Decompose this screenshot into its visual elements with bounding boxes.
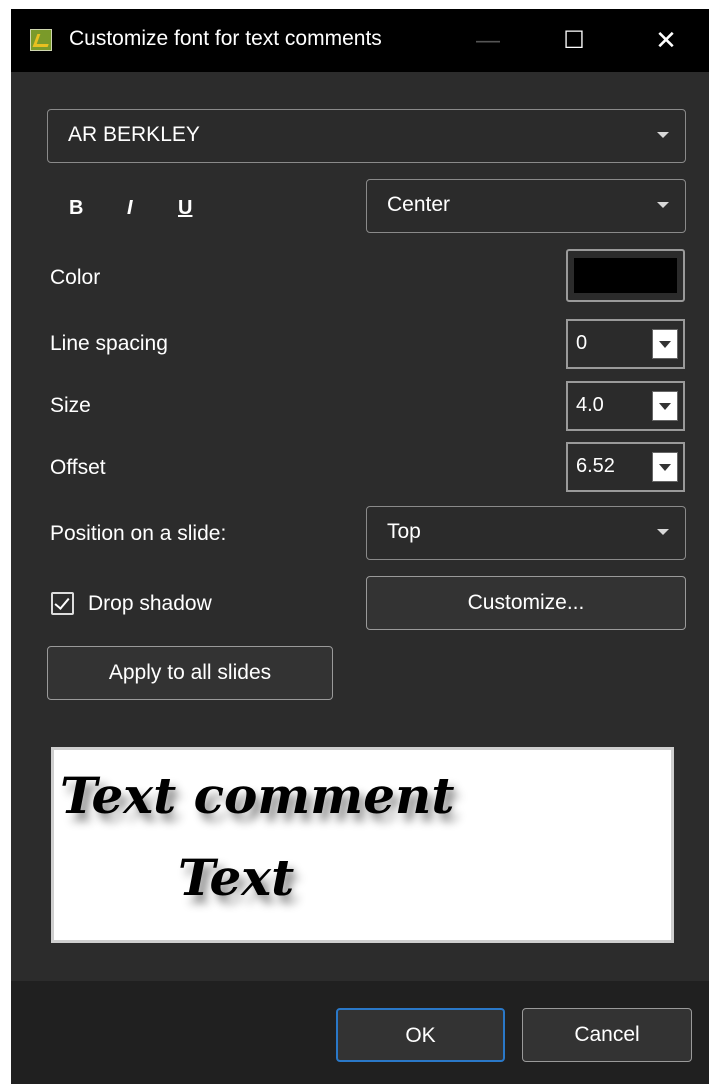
dialog-window: Customize font for text comments — ☐ ✕ A… bbox=[11, 9, 709, 1084]
line-spacing-input[interactable]: 0 bbox=[566, 319, 685, 369]
size-dropdown-button[interactable] bbox=[652, 391, 678, 421]
alignment-select-value: Center bbox=[387, 193, 451, 216]
cancel-button[interactable]: Cancel bbox=[522, 1008, 692, 1062]
preview-line-2: Text bbox=[178, 848, 295, 907]
line-spacing-dropdown-button[interactable] bbox=[652, 329, 678, 359]
position-label: Position on a slide: bbox=[50, 522, 227, 545]
position-select[interactable]: Top bbox=[366, 506, 686, 560]
alignment-select[interactable]: Center bbox=[366, 179, 686, 233]
size-label: Size bbox=[50, 394, 91, 417]
chevron-down-icon bbox=[657, 529, 669, 535]
line-spacing-label: Line spacing bbox=[50, 332, 168, 355]
chevron-down-icon bbox=[657, 132, 669, 138]
bold-button[interactable]: B bbox=[69, 197, 83, 220]
customize-shadow-button[interactable]: Customize... bbox=[366, 576, 686, 630]
size-input[interactable]: 4.0 bbox=[566, 381, 685, 431]
chevron-down-icon bbox=[657, 202, 669, 208]
size-value: 4.0 bbox=[576, 394, 604, 416]
title-bar: Customize font for text comments — ☐ ✕ bbox=[11, 9, 709, 72]
italic-button[interactable]: I bbox=[127, 197, 133, 220]
drop-shadow-label: Drop shadow bbox=[88, 592, 212, 615]
underline-button[interactable]: U bbox=[178, 197, 192, 220]
maximize-button[interactable]: ☐ bbox=[544, 9, 604, 72]
offset-dropdown-button[interactable] bbox=[652, 452, 678, 482]
minimize-button[interactable]: — bbox=[458, 9, 518, 72]
preview-line-1: Text comment bbox=[60, 766, 455, 825]
font-select[interactable]: AR BERKLEY bbox=[47, 109, 686, 163]
color-picker-button[interactable] bbox=[566, 249, 685, 302]
offset-value: 6.52 bbox=[576, 455, 615, 477]
color-swatch bbox=[574, 258, 677, 293]
apply-to-all-slides-button[interactable]: Apply to all slides bbox=[47, 646, 333, 700]
close-button[interactable]: ✕ bbox=[636, 9, 696, 72]
text-preview: Text comment Text bbox=[51, 747, 674, 943]
offset-input[interactable]: 6.52 bbox=[566, 442, 685, 492]
line-spacing-value: 0 bbox=[576, 332, 588, 354]
window-title: Customize font for text comments bbox=[69, 27, 382, 50]
position-select-value: Top bbox=[387, 520, 421, 543]
color-label: Color bbox=[50, 266, 101, 289]
app-icon bbox=[30, 29, 52, 51]
font-select-value: AR BERKLEY bbox=[68, 123, 200, 146]
drop-shadow-checkbox[interactable] bbox=[51, 592, 74, 615]
offset-label: Offset bbox=[50, 456, 106, 479]
ok-button[interactable]: OK bbox=[336, 1008, 505, 1062]
